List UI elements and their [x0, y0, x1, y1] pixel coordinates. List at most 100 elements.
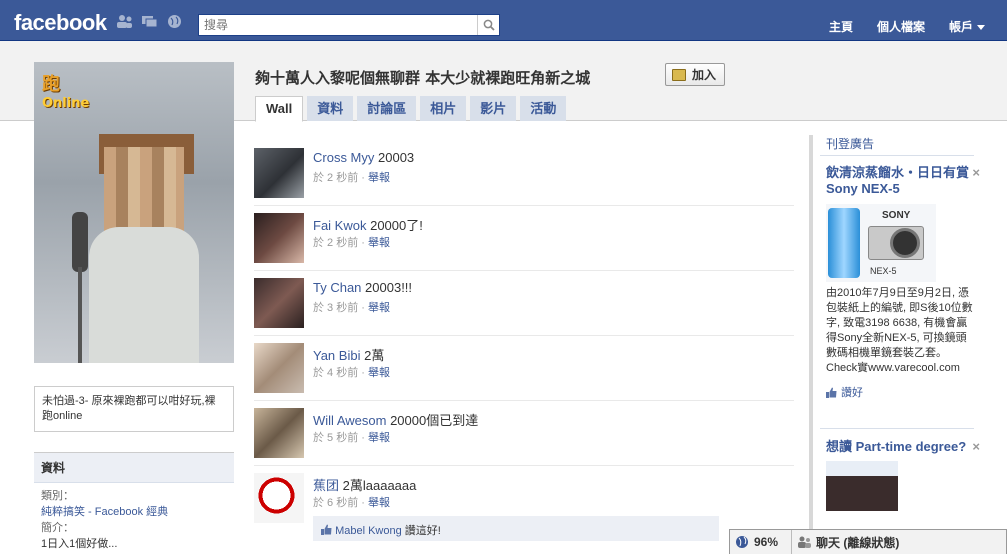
- report-link[interactable]: 舉報: [368, 237, 390, 249]
- tab-events[interactable]: 活動: [520, 96, 567, 121]
- notifications-globe-icon[interactable]: [166, 14, 183, 29]
- nav-profile[interactable]: 個人檔案: [877, 18, 925, 35]
- avatar[interactable]: [254, 278, 304, 328]
- story-line: Will Awesom 20000個已到達: [313, 410, 478, 429]
- story-line: Fai Kwok 20000了!: [313, 215, 423, 234]
- create-ad-link[interactable]: 刊登廣告: [826, 135, 874, 152]
- game-logo-main: 跑: [42, 74, 60, 95]
- photo-microphone: [72, 212, 88, 272]
- ad-title[interactable]: 飲清涼蒸餾水・日日有賞Sony NEX-5: [826, 165, 974, 197]
- story-text: 2萬: [364, 348, 385, 363]
- ad-part-time-degree: 想讀 Part-time degree? ×: [826, 439, 980, 511]
- facebook-logo[interactable]: facebook: [14, 10, 107, 36]
- ad-body: 由2010年7月9日至9月2日, 憑包裝紙上的編號, 即S後10位數字, 致電3…: [826, 287, 973, 374]
- feed-story: Will Awesom 20000個已到達 於 5 秒前 · 舉報: [254, 401, 794, 466]
- tab-info[interactable]: 資料: [307, 96, 354, 121]
- ad-image-model: NEX-5: [870, 266, 897, 276]
- report-link[interactable]: 舉報: [368, 302, 390, 314]
- divider: [820, 155, 974, 156]
- game-logo-sub: Online: [42, 96, 90, 111]
- photo-face-pixelated: [104, 147, 184, 237]
- photo-mic-stand: [78, 267, 82, 363]
- story-time: 於 3 秒前: [313, 302, 359, 314]
- friend-requests-icon[interactable]: [116, 14, 133, 29]
- search-input[interactable]: [199, 15, 469, 35]
- liker-link[interactable]: Mabel Kwong: [335, 525, 402, 537]
- thumbs-up-icon: [826, 387, 837, 398]
- story-meta: 於 4 秒前 · 舉報: [313, 367, 391, 379]
- notification-jewels: [116, 14, 183, 29]
- thumbs-up-icon: [321, 524, 332, 535]
- profile-picture[interactable]: 跑 Online: [34, 62, 234, 363]
- join-icon: [672, 68, 686, 81]
- nav-account[interactable]: 帳戶: [949, 18, 985, 35]
- category-link[interactable]: 純粹搞笑 - Facebook 經典: [41, 504, 227, 520]
- avatar[interactable]: [254, 408, 304, 458]
- story-text: 20000個已到達: [390, 413, 479, 428]
- ad-image[interactable]: [826, 461, 898, 511]
- close-icon[interactable]: ×: [972, 165, 980, 180]
- story-time: 於 6 秒前: [313, 497, 359, 509]
- category-label: 類別：: [41, 490, 74, 502]
- ad-image-brand: SONY: [882, 210, 911, 221]
- story-meta: 於 5 秒前 · 舉報: [313, 432, 391, 444]
- tab-videos[interactable]: 影片: [470, 96, 517, 121]
- ad-like-button[interactable]: 讚好: [826, 384, 974, 400]
- author-link[interactable]: 蕉团: [313, 478, 339, 493]
- scrollbar[interactable]: [809, 135, 813, 554]
- bottle-icon: [828, 208, 860, 278]
- feed-story: Fai Kwok 20000了! 於 2 秒前 · 舉報: [254, 206, 794, 271]
- join-label: 加入: [692, 68, 717, 82]
- tab-photos[interactable]: 相片: [420, 96, 467, 121]
- join-button[interactable]: 加入: [665, 63, 726, 86]
- author-link[interactable]: Yan Bibi: [313, 348, 360, 363]
- top-bar: facebook 主頁 個人檔案 帳戶: [0, 0, 1007, 41]
- report-link[interactable]: 舉報: [368, 367, 390, 379]
- story-text: 20000了!: [370, 218, 423, 233]
- camera-lens-icon: [890, 228, 920, 258]
- ad-title[interactable]: 想讀 Part-time degree?: [826, 439, 974, 455]
- author-link[interactable]: Ty Chan: [313, 280, 361, 295]
- feed-story: Ty Chan 20003!!! 於 3 秒前 · 舉報: [254, 271, 794, 336]
- info-body: 類別： 純粹搞笑 - Facebook 經典 簡介： 1日入1個好做...: [34, 483, 234, 554]
- avatar[interactable]: [254, 213, 304, 263]
- report-link[interactable]: 舉報: [368, 497, 390, 509]
- avatar[interactable]: [254, 473, 304, 523]
- feed-story: Cross Myy 20003 於 2 秒前 · 舉報: [254, 141, 794, 206]
- author-link[interactable]: Fai Kwok: [313, 218, 366, 233]
- chat-button[interactable]: 聊天 (離線狀態): [792, 530, 1006, 554]
- story-time: 於 2 秒前: [313, 172, 359, 184]
- wall-feed: Cross Myy 20003 於 2 秒前 · 舉報 Fai Kwok 200…: [254, 141, 794, 531]
- story-line: 蕉团 2萬laaaaaaa: [313, 475, 416, 494]
- intro-text: 1日入1個好做...: [41, 538, 118, 550]
- author-link[interactable]: Cross Myy: [313, 150, 374, 165]
- story-meta: 於 6 秒前 · 舉報: [313, 497, 391, 509]
- like-bar: Mabel Kwong 讚這好!: [313, 516, 719, 541]
- ad-nex5: 飲清涼蒸餾水・日日有賞Sony NEX-5 × SONY NEX-5 由2010…: [826, 165, 980, 400]
- story-line: Yan Bibi 2萬: [313, 345, 384, 364]
- story-text: 2萬laaaaaaa: [342, 478, 417, 493]
- like-text: 讚這好!: [404, 525, 441, 537]
- close-icon[interactable]: ×: [972, 439, 980, 454]
- author-link[interactable]: Will Awesom: [313, 413, 386, 428]
- story-meta: 於 2 秒前 · 舉報: [313, 172, 391, 184]
- report-link[interactable]: 舉報: [368, 172, 390, 184]
- connection-percent: 96%: [754, 535, 779, 549]
- connection-indicator[interactable]: 96%: [730, 530, 792, 554]
- search-button[interactable]: [477, 15, 499, 35]
- ad-image[interactable]: SONY NEX-5: [826, 204, 936, 282]
- avatar[interactable]: [254, 343, 304, 393]
- story-meta: 於 3 秒前 · 舉報: [313, 302, 391, 314]
- game-logo: 跑 Online: [42, 70, 89, 111]
- nav-home[interactable]: 主頁: [829, 18, 853, 35]
- page-title: 夠十萬人入黎呢個無聊群 本大少就裸跑旺角新之城: [255, 69, 591, 87]
- bio-box: 未怕過-3- 原來裸跑都可以咁好玩,裸跑online: [34, 386, 234, 432]
- avatar[interactable]: [254, 148, 304, 198]
- tab-discussions[interactable]: 討論區: [357, 96, 417, 121]
- info-title: 資料: [34, 453, 234, 483]
- tab-wall[interactable]: Wall: [255, 96, 304, 122]
- report-link[interactable]: 舉報: [368, 432, 390, 444]
- feed-story: Yan Bibi 2萬 於 4 秒前 · 舉報: [254, 336, 794, 401]
- messages-icon[interactable]: [141, 14, 158, 29]
- globe-icon: [736, 536, 748, 548]
